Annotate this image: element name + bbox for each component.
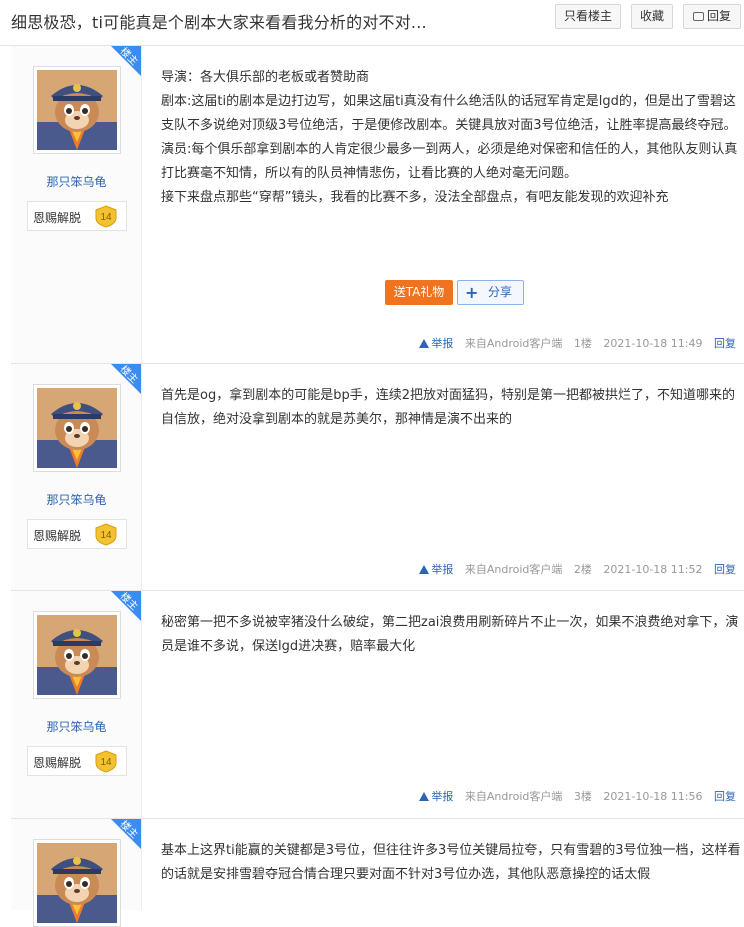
- avatar-image: [37, 388, 117, 468]
- post-reply-link[interactable]: 回复: [714, 790, 736, 803]
- send-gift-button[interactable]: 送TA礼物: [385, 280, 453, 305]
- level-icon: 14: [95, 750, 117, 773]
- avatar[interactable]: [33, 384, 121, 472]
- post-reply-link[interactable]: 回复: [714, 337, 736, 350]
- floor-number: 2楼: [573, 563, 592, 576]
- honor-badge-label: 恩赐解脱: [33, 211, 82, 225]
- avatar-image: [37, 843, 117, 923]
- level-number: 14: [100, 530, 112, 541]
- post-paragraph: 接下来盘点那些“穿帮”镜头，我看的比赛不多，没法全部盘点，有吧友能发现的欢迎补充: [161, 190, 669, 205]
- share-button[interactable]: + 分享: [457, 280, 524, 305]
- post-meta: 举报 来自Android客户端 1楼 2021-10-18 11:49 回复: [419, 335, 736, 351]
- post-floor-2: 楼主 那只笨乌龟 恩赐解脱 14 首先是og，拿到剧本的可能是bp手，连续2把放…: [11, 363, 744, 590]
- only-author-button[interactable]: 只看楼主: [555, 4, 621, 29]
- report-link[interactable]: 举报: [419, 337, 453, 350]
- post-floor-3: 楼主 那只笨乌龟 恩赐解脱 14 秘密第一把不多说被宰猪没什么破绽，第二把zai…: [11, 590, 744, 818]
- post-content: 基本上这界ti能赢的关键都是3号位，但往往许多3号位关键局拉夸，只有雪碧的3号位…: [161, 839, 741, 887]
- post-meta: 举报 来自Android客户端 2楼 2021-10-18 11:52 回复: [419, 561, 736, 577]
- avatar[interactable]: [33, 839, 121, 927]
- post-author-panel: 楼主 那只笨乌龟 恩赐解脱 14: [11, 364, 142, 590]
- source-text: 来自Android客户端: [464, 563, 563, 576]
- author-name[interactable]: 那只笨乌龟: [11, 491, 142, 508]
- report-link[interactable]: 举报: [419, 790, 453, 803]
- honor-badge-label: 恩赐解脱: [33, 756, 82, 770]
- post-author-panel: 楼主 那只笨乌龟 恩赐解脱 14: [11, 46, 142, 363]
- post-time: 2021-10-18 11:52: [603, 563, 703, 576]
- avatar-image: [37, 615, 117, 695]
- level-number: 14: [100, 757, 112, 768]
- floor-number: 1楼: [573, 337, 592, 350]
- post-time: 2021-10-18 11:49: [603, 337, 703, 350]
- post-paragraph: 演员:每个俱乐部拿到剧本的人肯定很少最多一到两人，必须是绝对保密和信任的人，其他…: [161, 142, 738, 181]
- post-reply-link[interactable]: 回复: [714, 563, 736, 576]
- post-content: 导演：各大俱乐部的老板或者赞助商 剧本:这届ti的剧本是边打边写，如果这届ti真…: [161, 66, 741, 210]
- author-name[interactable]: 那只笨乌龟: [11, 173, 142, 190]
- source-text: 来自Android客户端: [464, 790, 563, 803]
- author-name[interactable]: 那只笨乌龟: [11, 718, 142, 735]
- honor-badge[interactable]: 恩赐解脱 14: [27, 519, 127, 549]
- post-paragraph: 导演：各大俱乐部的老板或者赞助商: [161, 70, 370, 85]
- avatar[interactable]: [33, 66, 121, 154]
- reply-button-label: 回复: [706, 9, 731, 23]
- post-floor-1: 楼主 那只笨乌龟 恩赐解脱 14 导演：各大俱乐部的老板或者赞助商 剧本:这届t…: [11, 45, 744, 363]
- level-icon: 14: [95, 523, 117, 546]
- post-content: 秘密第一把不多说被宰猪没什么破绽，第二把zai浪费用刷新碎片不止一次，如果不浪费…: [161, 611, 741, 659]
- post-paragraph: 剧本:这届ti的剧本是边打边写，如果这届ti真没有什么绝活队的话冠军肯定是lgd…: [161, 94, 737, 133]
- post-paragraph: 秘密第一把不多说被宰猪没什么破绽，第二把zai浪费用刷新碎片不止一次，如果不浪费…: [161, 615, 739, 654]
- post-content: 首先是og，拿到剧本的可能是bp手，连续2把放对面猛犸，特别是第一把都被拱烂了，…: [161, 384, 741, 432]
- warning-icon: [419, 339, 430, 348]
- thread-header: 细思极恐，ti可能真是个剧本大家来看看我分析的对不对... 只看楼主 收藏 回复: [0, 0, 744, 46]
- favorite-button[interactable]: 收藏: [631, 4, 673, 29]
- post-floor-4: 楼主 基本上这界ti能赢的关键都是3号位，但往往许多3号位关键局拉夸，只有雪碧的…: [11, 818, 744, 927]
- post-paragraph: 首先是og，拿到剧本的可能是bp手，连续2把放对面猛犸，特别是第一把都被拱烂了，…: [161, 388, 735, 427]
- post-author-panel: 楼主: [11, 819, 142, 927]
- floor-number: 3楼: [573, 790, 592, 803]
- level-icon: 14: [95, 205, 117, 228]
- plus-icon: +: [465, 283, 479, 302]
- thread-title: 细思极恐，ti可能真是个剧本大家来看看我分析的对不对...: [11, 13, 427, 32]
- honor-badge[interactable]: 恩赐解脱 14: [27, 201, 127, 231]
- report-link[interactable]: 举报: [419, 563, 453, 576]
- reply-button[interactable]: 回复: [683, 4, 741, 29]
- honor-badge-label: 恩赐解脱: [33, 529, 82, 543]
- avatar[interactable]: [33, 611, 121, 699]
- avatar-image: [37, 70, 117, 150]
- warning-icon: [419, 792, 430, 801]
- comment-icon: [692, 12, 704, 21]
- level-number: 14: [100, 212, 112, 223]
- post-author-panel: 楼主 那只笨乌龟 恩赐解脱 14: [11, 591, 142, 818]
- share-label: 分享: [488, 285, 513, 299]
- source-text: 来自Android客户端: [464, 337, 563, 350]
- post-time: 2021-10-18 11:56: [603, 790, 703, 803]
- post-meta: 举报 来自Android客户端 3楼 2021-10-18 11:56 回复: [419, 788, 736, 804]
- post-paragraph: 基本上这界ti能赢的关键都是3号位，但往往许多3号位关键局拉夸，只有雪碧的3号位…: [161, 843, 741, 882]
- warning-icon: [419, 565, 430, 574]
- honor-badge[interactable]: 恩赐解脱 14: [27, 746, 127, 776]
